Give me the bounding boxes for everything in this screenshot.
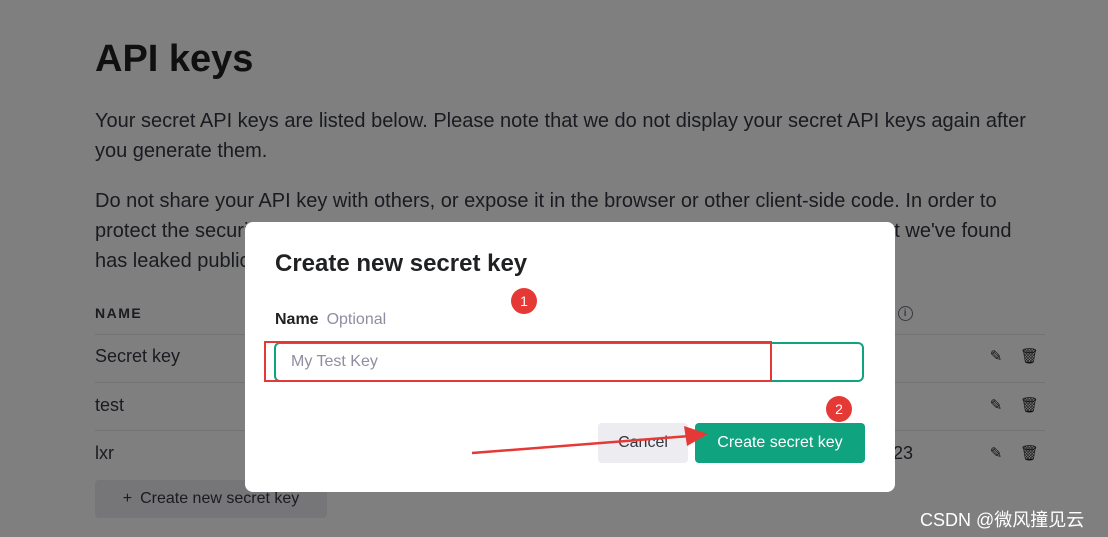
optional-label: Optional bbox=[326, 311, 387, 328]
step-badge-1: 1 bbox=[511, 288, 537, 314]
input-highlight-box bbox=[264, 341, 772, 382]
step-badge-2: 2 bbox=[826, 396, 852, 422]
dialog-title: Create new secret key bbox=[275, 250, 528, 277]
cancel-button[interactable]: Cancel bbox=[598, 423, 688, 463]
create-secret-key-button[interactable]: Create secret key bbox=[695, 423, 865, 463]
name-field-label: Name Optional bbox=[275, 311, 386, 329]
watermark-text: CSDN @微风撞见云 bbox=[920, 510, 1085, 530]
name-label: Name bbox=[275, 311, 319, 328]
